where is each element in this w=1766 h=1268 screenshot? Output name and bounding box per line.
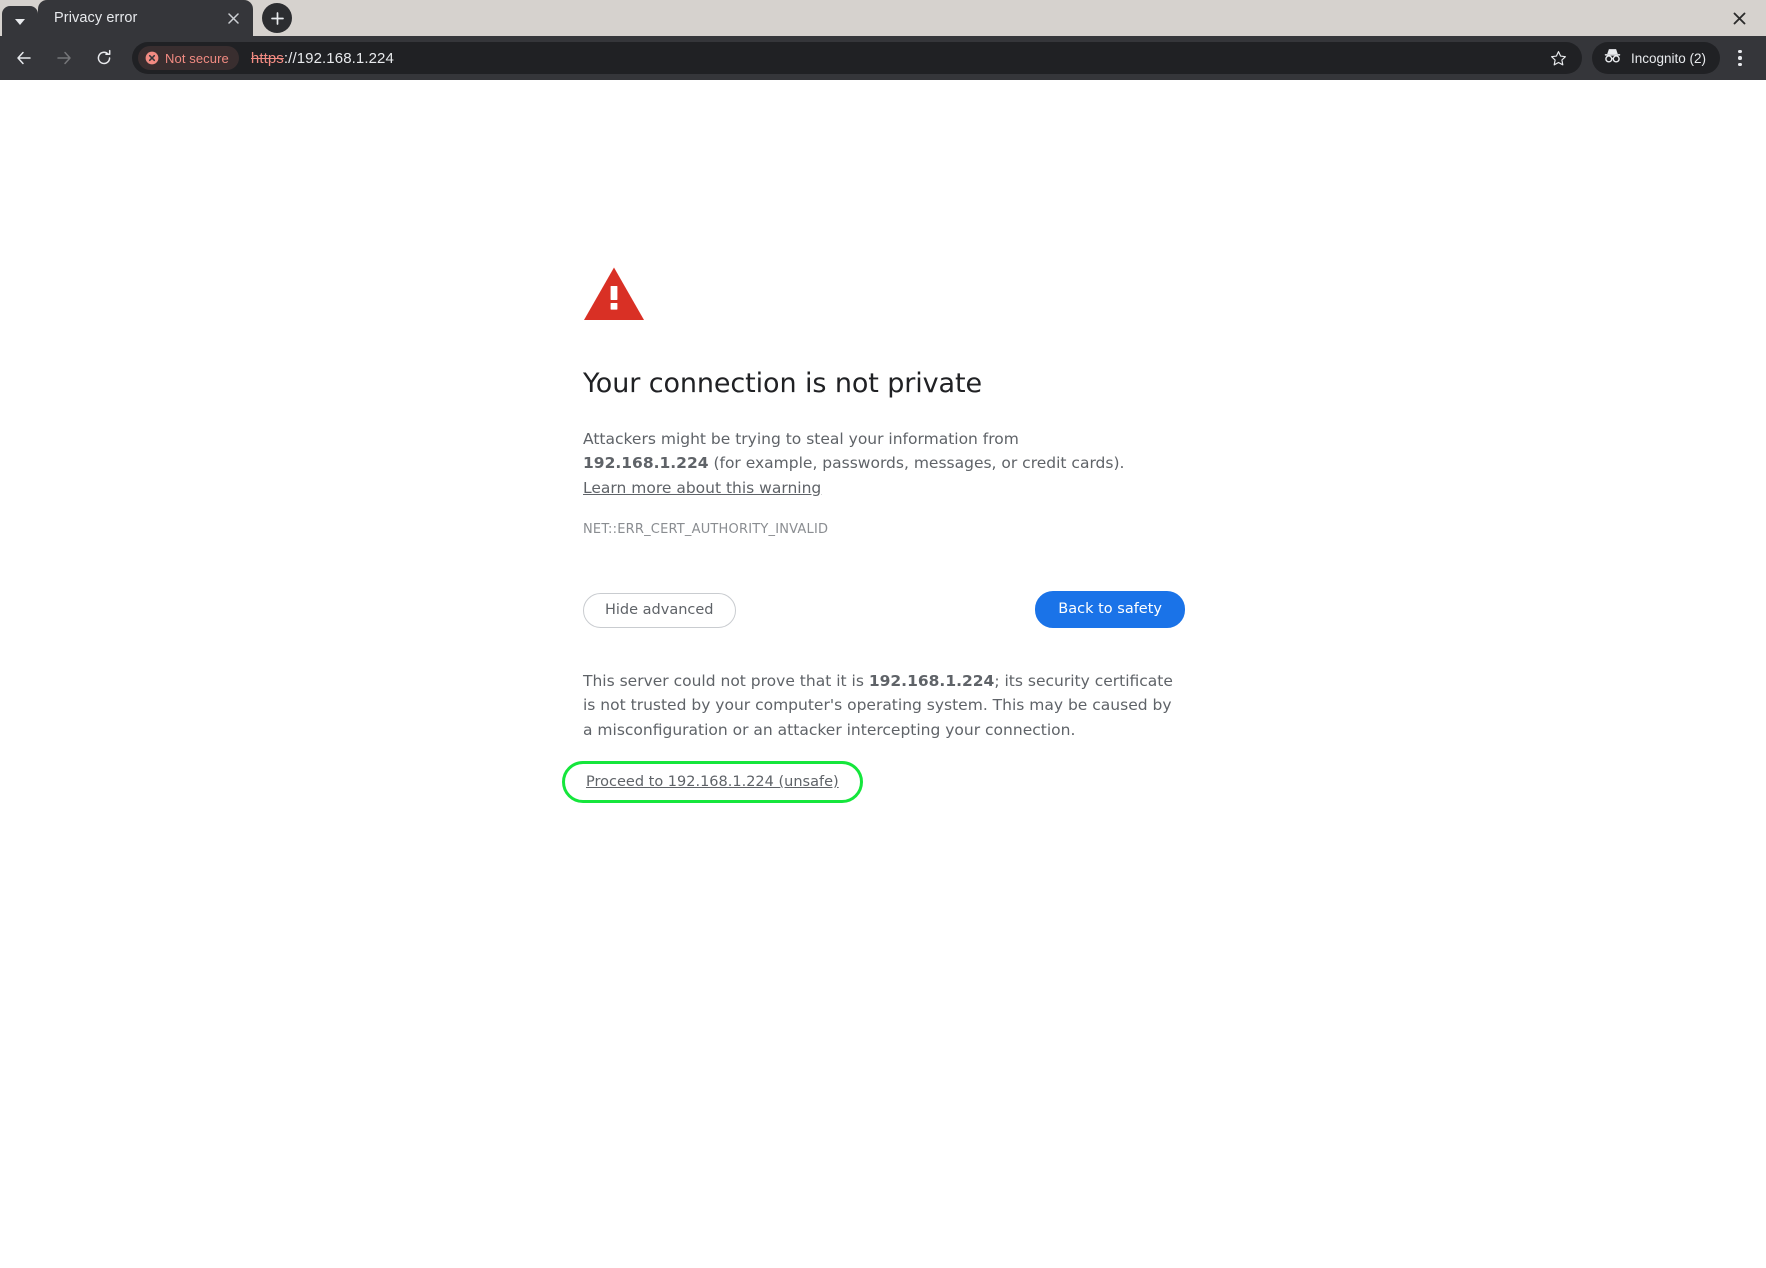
browser-toolbar: Not secure https://192.168.1.224 Incogni… <box>0 36 1766 80</box>
page-title: Your connection is not private <box>583 368 982 399</box>
error-code: NET::ERR_CERT_AUTHORITY_INVALID <box>583 522 829 538</box>
proceed-link-highlight: Proceed to 192.168.1.224 (unsafe) <box>562 761 863 804</box>
security-status-chip[interactable]: Not secure <box>138 46 239 70</box>
security-status-label: Not secure <box>165 50 229 66</box>
proceed-unsafe-link[interactable]: Proceed to 192.168.1.224 (unsafe) <box>586 774 839 790</box>
star-icon[interactable] <box>1544 43 1574 73</box>
page-viewport: Your connection is not private Attackers… <box>0 80 1766 1268</box>
plus-icon <box>270 11 284 25</box>
browser-window: Privacy error Not secure https://192.168… <box>0 0 1766 1268</box>
description-host: 192.168.1.224 <box>583 454 709 473</box>
chevron-down-icon <box>15 18 25 25</box>
incognito-indicator[interactable]: Incognito (2) <box>1591 42 1720 74</box>
advanced-panel: This server could not prove that it is 1… <box>562 669 1183 804</box>
description-lead: Attackers might be trying to steal your … <box>583 429 1019 448</box>
tab-strip-left: Privacy error <box>0 0 292 36</box>
tab-title: Privacy error <box>54 10 138 26</box>
incognito-label: Incognito (2) <box>1630 50 1706 66</box>
reload-icon <box>97 49 111 65</box>
close-icon <box>1733 12 1745 24</box>
advanced-host: 192.168.1.224 <box>868 671 995 690</box>
not-secure-icon <box>145 51 159 65</box>
url-text: https://192.168.1.224 <box>251 50 394 67</box>
tab-strip: Privacy error <box>0 0 1766 36</box>
close-icon[interactable] <box>222 7 244 29</box>
advanced-lead: This server could not prove that it is <box>583 671 869 690</box>
new-tab-button[interactable] <box>262 3 292 33</box>
three-dot-menu-icon[interactable] <box>1724 41 1756 75</box>
forward-button <box>47 41 81 75</box>
menu-dot <box>1738 56 1742 60</box>
address-bar[interactable]: Not secure https://192.168.1.224 <box>132 42 1582 74</box>
interstitial-button-row: Hide advanced Back to safety <box>583 591 1185 629</box>
ssl-interstitial: Your connection is not private Attackers… <box>562 266 1185 804</box>
page-description: Attackers might be trying to steal your … <box>583 427 1143 501</box>
arrow-right-icon <box>57 51 71 65</box>
learn-more-link[interactable]: Learn more about this warning <box>583 479 821 497</box>
back-button[interactable] <box>7 41 41 75</box>
menu-dot <box>1738 62 1742 67</box>
hide-advanced-button[interactable]: Hide advanced <box>583 593 736 628</box>
tab-search-button[interactable] <box>2 6 38 36</box>
reload-button[interactable] <box>87 41 121 75</box>
url-scheme: https <box>250 49 284 67</box>
arrow-left-icon <box>17 51 31 65</box>
incognito-icon <box>1603 47 1622 69</box>
advanced-description: This server could not prove that it is 1… <box>583 669 1183 743</box>
back-to-safety-button[interactable]: Back to safety <box>1035 591 1185 628</box>
warning-triangle-icon <box>583 266 1183 327</box>
description-tail: (for example, passwords, messages, or cr… <box>708 454 1125 473</box>
tab-privacy-error[interactable]: Privacy error <box>38 0 253 36</box>
tab-strip-empty-area <box>292 0 1716 36</box>
window-close-button[interactable] <box>1716 0 1762 36</box>
url-host: ://192.168.1.224 <box>283 49 394 67</box>
menu-dot <box>1738 49 1742 54</box>
